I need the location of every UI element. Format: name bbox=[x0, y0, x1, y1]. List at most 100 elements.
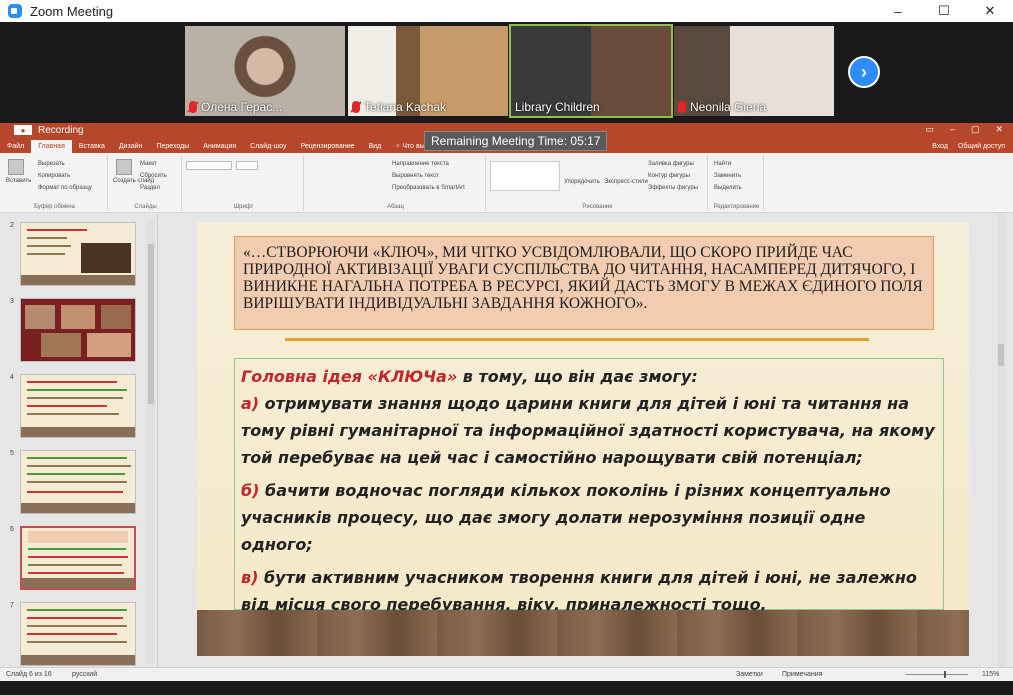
shape-fill-button[interactable]: Заливка фигуры bbox=[648, 161, 694, 167]
mic-muted-icon bbox=[189, 101, 197, 113]
tab-insert[interactable]: Вставка bbox=[72, 140, 112, 153]
thumb-number: 7 bbox=[10, 602, 14, 609]
wood-floor-decoration bbox=[197, 610, 969, 656]
group-label: Редактирование bbox=[713, 204, 760, 210]
participant-tile[interactable]: Олена Герас... bbox=[185, 26, 345, 116]
participant-name: Neonila Giena bbox=[678, 100, 766, 114]
scroll-thumb[interactable] bbox=[998, 344, 1004, 366]
find-button[interactable]: Найти bbox=[714, 161, 731, 167]
mic-muted-icon bbox=[678, 101, 686, 113]
reset-button[interactable]: Сбросить bbox=[140, 173, 167, 179]
ribbon-display-button[interactable]: ▭ bbox=[925, 124, 934, 135]
zoom-level[interactable]: 115% bbox=[982, 671, 999, 678]
next-page-arrow-icon[interactable]: › bbox=[848, 56, 880, 88]
smartart-button[interactable]: Преобразовать в SmartArt bbox=[392, 185, 465, 191]
participant-tile-active[interactable]: Library Children bbox=[509, 24, 673, 118]
arrange-button[interactable]: Упорядочить bbox=[564, 179, 600, 185]
font-size-box[interactable] bbox=[236, 161, 258, 170]
tab-review[interactable]: Рецензирование bbox=[293, 140, 361, 153]
shape-outline-button[interactable]: Контур фигуры bbox=[648, 173, 690, 179]
slide-thumbnail[interactable] bbox=[20, 298, 136, 362]
copy-button[interactable]: Копировать bbox=[38, 173, 70, 179]
group-editing: Найти Заменить Выделить Редактирование bbox=[710, 155, 764, 211]
replace-button[interactable]: Заменить bbox=[714, 173, 741, 179]
main-idea-heading: Головна ідея «КЛЮЧа» в тому, що він дає … bbox=[241, 367, 698, 386]
participant-tile[interactable]: Tetiana Kachak bbox=[348, 26, 508, 116]
tab-design[interactable]: Дизайн bbox=[112, 140, 150, 153]
group-label: Абзац bbox=[387, 204, 404, 210]
list-item: б) бачити водночас погляди кількох покол… bbox=[241, 481, 891, 554]
current-slide[interactable]: «…СТВОРЮЮЧИ «КЛЮЧ», МИ ЧІТКО УСВІДОМЛЮВА… bbox=[197, 222, 969, 656]
thumb-number: 5 bbox=[10, 450, 14, 457]
group-paragraph: Направление текста Выровнять текст Преоб… bbox=[306, 155, 486, 211]
tab-transitions[interactable]: Переходы bbox=[149, 140, 196, 153]
tab-animation[interactable]: Анимация bbox=[196, 140, 243, 153]
close-button[interactable]: ✕ bbox=[967, 0, 1013, 22]
ppt-maximize-button[interactable]: ▢ bbox=[971, 124, 980, 135]
thumbnails-scrollbar[interactable] bbox=[147, 218, 155, 664]
slide-thumbnails-pane: 2 3 4 5 6 7 bbox=[0, 214, 158, 667]
slide-thumbnail-selected[interactable] bbox=[20, 526, 136, 590]
screen: Zoom Meeting – ☐ ✕ Олена Герас... Tetian… bbox=[0, 0, 1013, 695]
slide-thumbnail[interactable] bbox=[20, 602, 136, 666]
slide-thumbnail[interactable] bbox=[20, 374, 136, 438]
group-slides: Создать слайд Макет Сбросить Раздел Слай… bbox=[110, 155, 182, 211]
comments-button[interactable]: Примечания bbox=[782, 671, 822, 678]
window-title: Zoom Meeting bbox=[30, 3, 114, 19]
text-direction-button[interactable]: Направление текста bbox=[392, 161, 449, 167]
participant-tile[interactable]: Neonila Giena bbox=[674, 26, 834, 116]
tab-file[interactable]: Файл bbox=[0, 140, 31, 153]
select-button[interactable]: Выделить bbox=[714, 185, 742, 191]
shape-effects-button[interactable]: Эффекты фигуры bbox=[648, 185, 698, 191]
thumb-number: 6 bbox=[10, 526, 14, 533]
quote-box[interactable]: «…СТВОРЮЮЧИ «КЛЮЧ», МИ ЧІТКО УСВІДОМЛЮВА… bbox=[234, 236, 934, 330]
tab-view[interactable]: Вид bbox=[362, 140, 389, 153]
share-button[interactable]: Общий доступ bbox=[958, 143, 1005, 150]
participant-name: Library Children bbox=[515, 100, 600, 114]
list-item: а) отримувати знання щодо царини книги д… bbox=[241, 394, 935, 467]
sign-in-link[interactable]: Вход bbox=[932, 143, 948, 150]
font-name-box[interactable] bbox=[186, 161, 232, 170]
shapes-gallery[interactable] bbox=[490, 161, 560, 191]
slide-scrollbar[interactable] bbox=[997, 214, 1005, 667]
scroll-thumb[interactable] bbox=[148, 244, 154, 404]
layout-button[interactable]: Макет bbox=[140, 161, 157, 167]
participant-name: Олена Герас... bbox=[189, 100, 282, 114]
ppt-window-controls: ▭ – ▢ ✕ bbox=[925, 124, 1003, 135]
tab-slideshow[interactable]: Слайд-шоу bbox=[243, 140, 293, 153]
thumb-number: 3 bbox=[10, 298, 14, 305]
language-indicator[interactable]: русский bbox=[72, 671, 97, 678]
zoom-logo-icon bbox=[8, 4, 22, 18]
slide-thumbnail[interactable] bbox=[20, 450, 136, 514]
zoom-bottom-edge bbox=[0, 681, 1013, 695]
window-controls: – ☐ ✕ bbox=[875, 0, 1013, 22]
ribbon-home: Вставить Вырезать Копировать Формат по о… bbox=[0, 153, 1013, 213]
paste-button[interactable]: Вставить bbox=[6, 178, 31, 184]
group-label: Шрифт bbox=[233, 204, 254, 210]
recording-label: Recording bbox=[38, 124, 84, 136]
tab-home[interactable]: Главная bbox=[31, 140, 72, 153]
remaining-time-badge: Remaining Meeting Time: 05:17 bbox=[424, 131, 608, 151]
maximize-button[interactable]: ☐ bbox=[921, 0, 967, 22]
participant-name: Tetiana Kachak bbox=[352, 100, 446, 114]
notes-button[interactable]: Заметки bbox=[736, 671, 763, 678]
minimize-button[interactable]: – bbox=[875, 0, 921, 22]
cut-button[interactable]: Вырезать bbox=[38, 161, 65, 167]
new-slide-icon bbox=[116, 159, 132, 175]
ppt-close-button[interactable]: ✕ bbox=[995, 124, 1003, 135]
format-painter-button[interactable]: Формат по образцу bbox=[38, 185, 92, 191]
section-button[interactable]: Раздел bbox=[140, 185, 160, 191]
powerpoint-window: ● Recording ▭ – ▢ ✕ Remaining Meeting Ti… bbox=[0, 123, 1013, 695]
recording-icon: ● bbox=[14, 125, 32, 135]
zoom-slider[interactable] bbox=[906, 671, 968, 678]
main-idea-box[interactable]: Головна ідея «КЛЮЧа» в тому, що він дає … bbox=[234, 358, 944, 614]
align-text-button[interactable]: Выровнять текст bbox=[392, 173, 439, 179]
slide-editor: «…СТВОРЮЮЧИ «КЛЮЧ», МИ ЧІТКО УСВІДОМЛЮВА… bbox=[159, 214, 1005, 667]
quick-styles-button[interactable]: Экспресс-стили bbox=[604, 179, 648, 185]
paste-icon bbox=[8, 159, 24, 175]
group-drawing: Упорядочить Экспресс-стили Заливка фигур… bbox=[488, 155, 708, 211]
slide-counter: Слайд 6 из 16 bbox=[6, 671, 52, 678]
ppt-minimize-button[interactable]: – bbox=[950, 124, 955, 135]
slide-thumbnail[interactable] bbox=[20, 222, 136, 286]
status-bar: Слайд 6 из 16 русский Заметки Примечания… bbox=[0, 667, 1013, 681]
